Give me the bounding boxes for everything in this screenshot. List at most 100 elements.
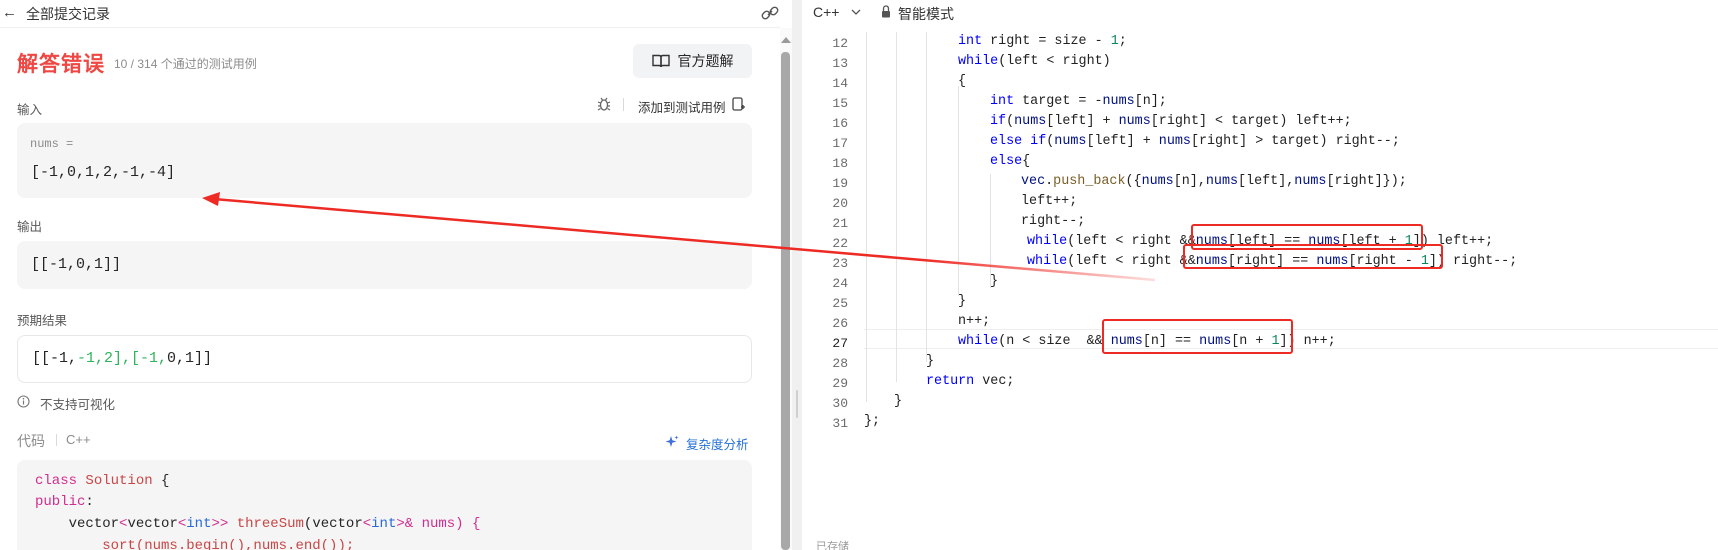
code-line[interactable]: right--;	[1021, 214, 1085, 229]
line-number: 29	[832, 376, 848, 391]
annotation-highlight-box	[1102, 319, 1293, 354]
bug-icon[interactable]	[596, 96, 612, 112]
all-submissions-link[interactable]: 全部提交记录	[26, 4, 110, 24]
code-token: {	[152, 473, 170, 489]
line-number: 17	[832, 136, 848, 151]
code-token: 1	[1110, 34, 1119, 49]
line-number: 19	[832, 176, 848, 191]
scroll-up-arrow-icon[interactable]	[781, 37, 791, 43]
indent-guide	[896, 32, 897, 382]
line-number: 12	[832, 36, 848, 51]
splitter-grip[interactable]	[796, 390, 798, 418]
code-token: left++;	[1021, 194, 1078, 209]
official-solution-button[interactable]: 官方题解	[633, 44, 752, 78]
code-line[interactable]: int target = -nums[n];	[990, 94, 1167, 109]
code-token: {	[1022, 154, 1031, 169]
code-token: push_back	[1053, 174, 1126, 189]
line-number: 24	[832, 276, 848, 291]
code-token: vec;	[974, 374, 1015, 389]
link-icon[interactable]	[760, 4, 780, 22]
sparkle-icon[interactable]	[665, 435, 679, 449]
code-token: target = -	[1014, 94, 1103, 109]
divider	[623, 98, 624, 111]
code-line[interactable]: else{	[990, 154, 1030, 169]
code-token: nums	[1014, 114, 1047, 129]
code-line[interactable]: {	[958, 74, 966, 89]
code-token: {	[958, 74, 967, 89]
code-line: sort(nums.begin(),nums.end());	[35, 538, 355, 550]
code-line[interactable]: };	[864, 414, 880, 429]
code-token: [left] +	[1086, 134, 1159, 149]
editor-toolbar: C++ 智能模式	[802, 0, 1718, 28]
code-token: int	[958, 34, 983, 49]
code-line[interactable]: n++;	[958, 314, 990, 329]
line-number: 20	[832, 196, 848, 211]
code-token: [left],	[1238, 174, 1295, 189]
code-token: [right] > target) right--;	[1190, 134, 1400, 149]
code-token: vector	[127, 516, 178, 532]
code-token: :	[85, 494, 94, 510]
line-number: 16	[832, 116, 848, 131]
code-line[interactable]: }	[926, 354, 934, 369]
code-token: }	[926, 354, 935, 369]
code-token: }	[894, 394, 903, 409]
code-token: >& nums) {	[396, 516, 481, 532]
complexity-analysis-button[interactable]: 复杂度分析	[686, 434, 749, 453]
scrollbar-thumb[interactable]	[781, 52, 790, 550]
verdict-title: 解答错误	[17, 53, 105, 76]
code-token: nums	[1158, 134, 1191, 149]
indent-guide	[926, 32, 927, 362]
code-line[interactable]: }	[990, 274, 998, 289]
line-number: 31	[832, 416, 848, 431]
code-line[interactable]: left++;	[1021, 194, 1077, 209]
code-token: n++;	[958, 314, 991, 329]
expected-label: 预期结果	[17, 314, 68, 328]
code-token: };	[864, 414, 881, 429]
language-select[interactable]: C++	[813, 4, 839, 20]
expected-value-diff: -1,2],[-1,	[77, 350, 168, 367]
add-testcase-icon[interactable]	[732, 97, 746, 112]
code-language: C++	[66, 432, 91, 447]
code-token: while	[958, 334, 999, 349]
code-line[interactable]: while(left < right)	[958, 54, 1111, 69]
code-line[interactable]: else if(nums[left] + nums[right] > targe…	[990, 134, 1400, 149]
code-token: right = size -	[982, 34, 1111, 49]
code-token: threeSum	[236, 516, 304, 532]
code-token: nums	[1118, 114, 1151, 129]
indent-guide	[958, 86, 959, 296]
smart-mode-label[interactable]: 智能模式	[898, 4, 954, 24]
code-token: return	[926, 374, 975, 389]
code-token: nums	[1141, 174, 1174, 189]
code-token: Solution	[85, 473, 153, 489]
saved-status: 已存储	[816, 541, 849, 550]
code-line[interactable]: vec.push_back({nums[n],nums[left],nums[r…	[1021, 174, 1407, 189]
code-line[interactable]: int right = size - 1;	[958, 34, 1127, 49]
line-number: 30	[832, 396, 848, 411]
panel-splitter[interactable]	[792, 0, 802, 550]
input-box: nums = [-1,0,1,2,-1,-4]	[17, 123, 752, 198]
line-number: 23	[832, 256, 848, 271]
arrow-left-icon[interactable]: ←	[2, 3, 18, 23]
code-line[interactable]: return vec;	[926, 374, 1014, 389]
code-token: (left < right)	[998, 54, 1111, 69]
code-token: }	[990, 274, 999, 289]
line-number: 13	[832, 56, 848, 71]
code-token: (left < right &&	[1067, 234, 1196, 249]
code-token: [right]});	[1326, 174, 1407, 189]
code-token: .	[1045, 174, 1054, 189]
code-token: vec	[1021, 174, 1046, 189]
code-line[interactable]: if(nums[left] + nums[right] < target) le…	[990, 114, 1352, 129]
code-line[interactable]: }	[958, 294, 966, 309]
line-number: 21	[832, 216, 848, 231]
code-token: nums	[1102, 94, 1135, 109]
add-to-testcase-button[interactable]: 添加到测试用例	[638, 97, 726, 116]
code-line[interactable]: }	[894, 394, 902, 409]
chevron-down-icon[interactable]	[851, 7, 861, 17]
code-token: [left] +	[1046, 114, 1119, 129]
input-label: 输入	[17, 103, 43, 117]
code-line: public:	[35, 494, 94, 510]
code-token: vector	[68, 516, 120, 532]
output-value: [[-1,0,1]]	[31, 256, 122, 273]
indent-guide	[866, 32, 867, 402]
